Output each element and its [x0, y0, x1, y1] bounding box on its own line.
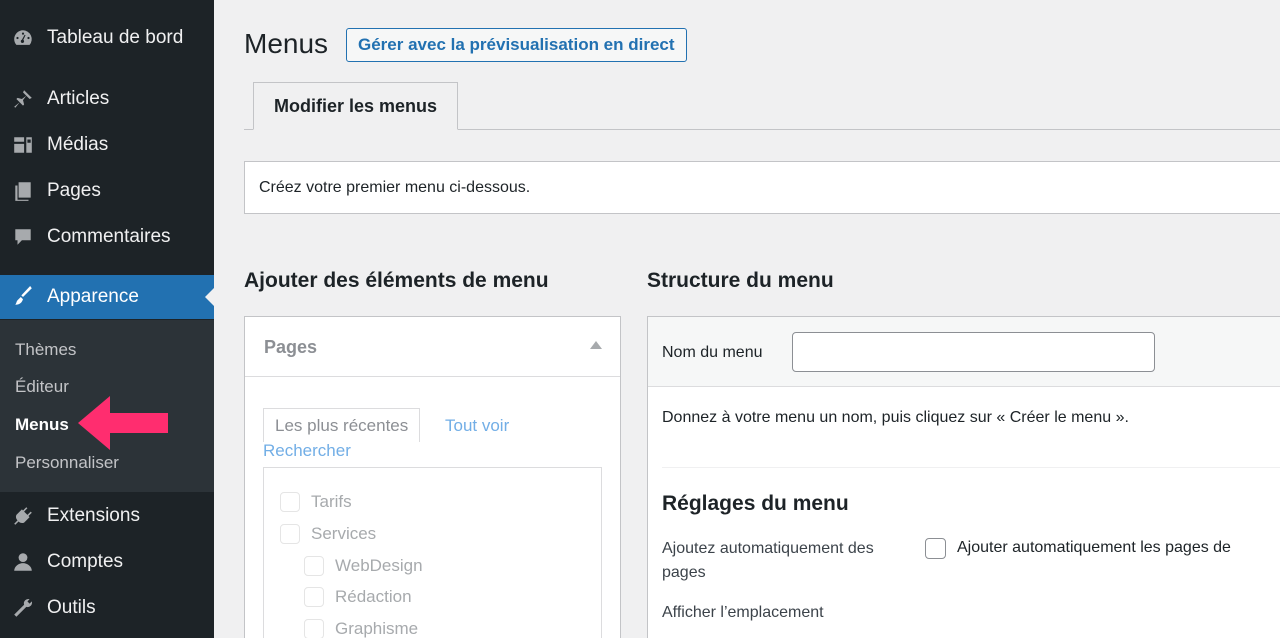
sidebar-item-medias[interactable]: Médias	[0, 123, 214, 167]
page-checkbox[interactable]	[304, 619, 324, 638]
tab-view-all[interactable]: Tout voir	[445, 416, 509, 436]
sidebar-item-label: Extensions	[47, 505, 140, 526]
add-items-heading: Ajouter des éléments de menu	[244, 269, 549, 292]
sidebar-item-outils[interactable]: Outils	[0, 586, 214, 630]
menu-hint-text: Donnez à votre menu un nom, puis cliquez…	[662, 409, 1129, 426]
page-checkbox[interactable]	[304, 587, 324, 607]
submenu-item-customize[interactable]: Personnaliser	[15, 453, 119, 473]
page-label: Tarifs	[311, 492, 352, 511]
notice-message: Créez votre premier menu ci-dessous.	[244, 161, 1280, 214]
list-item[interactable]: Services	[280, 524, 376, 544]
wrench-icon	[11, 596, 35, 620]
submenu-item-menus[interactable]: Menus	[15, 415, 69, 435]
auto-add-option-text[interactable]: Ajouter automatiquement les pages de	[957, 539, 1231, 557]
admin-sidebar: Tableau de bord Articles Médias Pages Co…	[0, 0, 214, 638]
comment-icon	[11, 225, 35, 249]
pages-icon	[11, 179, 35, 203]
sidebar-item-label: Apparence	[47, 286, 139, 307]
sidebar-item-label: Tableau de bord	[47, 27, 184, 48]
auto-add-checkbox[interactable]	[925, 538, 946, 559]
sidebar-item-label: Comptes	[47, 551, 124, 572]
media-icon	[11, 133, 35, 157]
sidebar-item-pages[interactable]: Pages	[0, 169, 214, 213]
pages-accordion: Pages Les plus récentes Tout voir Recher…	[244, 316, 621, 638]
divider	[662, 467, 1280, 468]
sidebar-item-label: Commentaires	[47, 226, 171, 247]
menu-name-input[interactable]	[792, 332, 1155, 372]
sidebar-item-label: Médias	[47, 134, 109, 155]
submenu-item-themes[interactable]: Thèmes	[15, 340, 76, 360]
list-item[interactable]: Tarifs	[280, 492, 352, 512]
arrow-annotation-icon	[78, 396, 168, 450]
sidebar-item-comptes[interactable]: Comptes	[0, 540, 214, 584]
pages-accordion-header[interactable]: Pages	[245, 317, 620, 377]
tab-most-recent[interactable]: Les plus récentes	[263, 408, 421, 442]
sidebar-item-commentaires[interactable]: Commentaires	[0, 215, 214, 259]
pages-tabs-panel: Les plus récentes Tout voir Rechercher T…	[245, 378, 620, 638]
tab-edit-menus[interactable]: Modifier les menus	[253, 82, 458, 130]
list-item[interactable]: WebDesign	[304, 556, 423, 576]
submenu-item-editor[interactable]: Éditeur	[15, 377, 69, 397]
sidebar-item-dashboard[interactable]: Tableau de bord	[0, 16, 214, 60]
display-location-label: Afficher l’emplacement	[662, 604, 824, 621]
sidebar-item-label: Articles	[47, 88, 110, 109]
sidebar-item-extensions[interactable]: Extensions	[0, 494, 214, 538]
menu-structure-heading: Structure du menu	[647, 269, 834, 292]
sidebar-item-apparence[interactable]: Apparence	[0, 275, 214, 319]
sidebar-item-label: Outils	[47, 597, 96, 618]
collapse-arrow-icon[interactable]	[590, 341, 602, 349]
page-label: Services	[311, 524, 377, 543]
menu-settings-title: Réglages du menu	[662, 492, 849, 515]
page-label: Graphisme	[335, 619, 419, 638]
pages-checklist: Tarifs Services WebDesign Rédaction Grap…	[263, 467, 602, 638]
pin-icon	[11, 87, 35, 111]
list-item[interactable]: Graphisme	[304, 619, 418, 638]
active-indicator	[205, 288, 214, 306]
menu-structure-panel: Nom du menu Donnez à votre menu un nom, …	[647, 316, 1280, 638]
tab-search[interactable]: Rechercher	[263, 441, 351, 461]
sidebar-item-articles[interactable]: Articles	[0, 77, 214, 121]
page-label: WebDesign	[335, 556, 423, 575]
menu-name-bar: Nom du menu	[648, 317, 1280, 387]
user-icon	[11, 550, 35, 574]
paintbrush-icon	[11, 285, 35, 309]
page-checkbox[interactable]	[280, 524, 300, 544]
live-preview-button[interactable]: Gérer avec la prévisualisation en direct	[346, 28, 687, 62]
menu-name-label: Nom du menu	[662, 344, 763, 361]
auto-add-label: Ajoutez automatiquement des pages	[662, 540, 874, 581]
pages-accordion-title: Pages	[264, 337, 318, 357]
page-checkbox[interactable]	[280, 492, 300, 512]
dashboard-icon	[11, 26, 35, 50]
page-label: Rédaction	[335, 587, 412, 606]
page-title: Menus	[244, 28, 329, 59]
list-item[interactable]: Rédaction	[304, 587, 412, 607]
page-checkbox[interactable]	[304, 556, 324, 576]
plugin-icon	[11, 504, 35, 528]
sidebar-item-label: Pages	[47, 180, 101, 201]
